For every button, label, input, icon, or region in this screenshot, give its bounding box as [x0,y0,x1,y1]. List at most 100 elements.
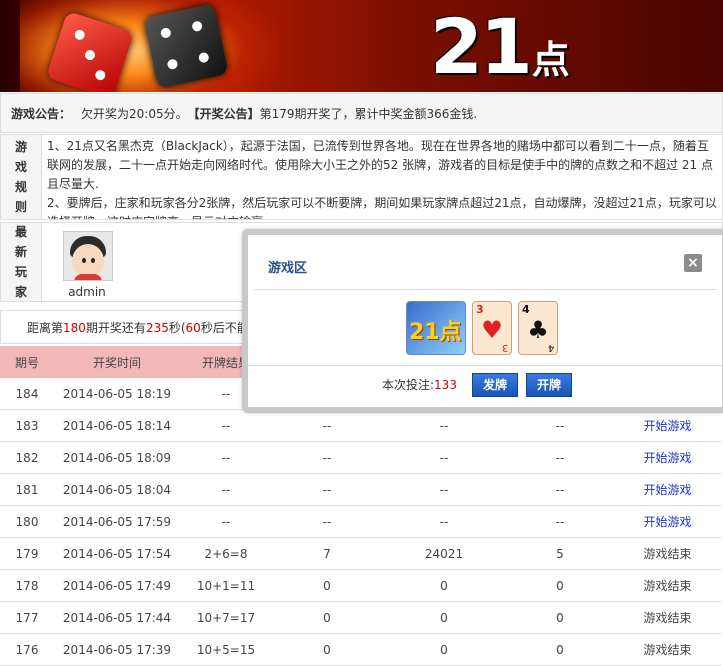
table-cell: -- [180,473,272,506]
table-cell: 179 [0,537,54,570]
table-cell: 0 [382,601,506,634]
table-cell: 2014-06-05 18:04 [54,473,180,506]
rules-side-char: 规 [14,180,27,194]
banner-title-char: 点 [531,38,570,82]
open-cards-button[interactable]: 开牌 [526,373,573,397]
table-cell: 24021 [382,537,506,570]
col-time: 开奖时间 [54,346,180,378]
table-cell: 游戏结束 [614,537,721,570]
table-cell: 0 [272,633,382,666]
rules-side-label: 游 戏 规 则 [1,135,42,219]
start-game-link[interactable]: 开始游戏 [614,505,721,538]
table-row: 182 2014-06-05 18:09 -- -- -- -- 开始游戏 [0,441,721,474]
table-cell: -- [272,505,382,538]
table-cell: 0 [382,633,506,666]
table-cell: -- [382,409,506,442]
game-logo-text: 21点 [409,320,462,345]
table-cell: 0 [272,569,382,602]
table-cell: 2014-06-05 18:19 [54,378,180,410]
table-cell: -- [180,441,272,474]
table-row: 183 2014-06-05 18:14 -- -- -- -- 开始游戏 [0,409,721,442]
table-cell: -- [272,409,382,442]
bet-value: 133 [434,378,457,392]
table-cell: 2014-06-05 17:59 [54,505,180,538]
table-cell: 2014-06-05 17:49 [54,569,180,602]
table-row: 178 2014-06-05 17:49 10+1=11 0 0 0 游戏结束 [0,569,721,602]
players-side-label: 最 新 玩 家 [1,223,42,301]
players-side-char: 最 [14,225,27,239]
table-cell: 0 [506,569,614,602]
table-cell: -- [272,441,382,474]
announcement-bar: 游戏公告： 欠开奖为20:05分。 【开奖公告】 第179期开奖了，累计中奖金额… [0,93,723,133]
countdown-text: 距离第180期开奖还有235秒(60秒后不能投 [27,319,261,336]
bet-info: 本次投注:133 [382,376,457,393]
avatar[interactable] [63,231,113,281]
table-cell: -- [506,473,614,506]
table-cell: -- [382,505,506,538]
table-cell: 10+7=17 [180,601,272,634]
table-cell: 游戏结束 [614,633,721,666]
countdown-seconds: 235 [145,320,169,335]
table-cell: 176 [0,633,54,666]
table-cell: 182 [0,441,54,474]
players-side-char: 新 [14,245,27,259]
table-cell: 0 [382,569,506,602]
start-game-link[interactable]: 开始游戏 [614,441,721,474]
heart-suit-icon: ♥ [481,316,503,344]
club-suit-icon: ♣ [527,316,549,344]
announcement-tag: 【开奖公告】 [187,106,260,121]
table-cell: 177 [0,601,54,634]
table-cell: 2014-06-05 17:54 [54,537,180,570]
start-game-link[interactable]: 开始游戏 [614,473,721,506]
rules-side-char: 戏 [14,160,27,174]
players-side-char: 家 [14,285,27,299]
table-cell: 0 [506,601,614,634]
table-cell: -- [382,441,506,474]
table-row: 176 2014-06-05 17:39 10+5=15 0 0 0 游戏结束 [0,633,721,666]
card-rank: 3 [476,303,484,316]
deal-button[interactable]: 发牌 [472,373,519,397]
table-cell: 183 [0,409,54,442]
rules-text: 1、21点又名黑杰克（BlackJack），起源于法国，已流传到世界各地。现在在… [47,137,717,219]
card-rank: 4 [522,303,530,316]
table-cell: 10+5=15 [180,633,272,666]
card-area: 21点 3 ♥ 3 4 ♣ 4 [406,301,558,357]
dialog-header: 游戏区 × [254,235,716,290]
rules-side-char: 游 [14,140,27,154]
playing-card: 4 ♣ 4 [518,301,558,355]
start-game-link[interactable]: 开始游戏 [614,409,721,442]
table-row: 179 2014-06-05 17:54 2+6=8 7 24021 5 游戏结束 [0,537,721,570]
countdown-part: 秒( [168,320,186,335]
table-cell: 0 [272,601,382,634]
card-rank-bottom: 3 [501,342,508,353]
player-name[interactable]: admin [63,285,111,299]
close-icon[interactable]: × [684,254,702,272]
banner-title-number: 21 [430,2,533,91]
rules-line-1: 1、21点又名黑杰克（BlackJack），起源于法国，已流传到世界各地。现在在… [47,139,713,191]
table-cell: 181 [0,473,54,506]
table-cell: -- [382,473,506,506]
table-row: 180 2014-06-05 17:59 -- -- -- -- 开始游戏 [0,505,721,538]
countdown-part: 距离第 [27,320,64,335]
dialog-title: 游戏区 [268,261,308,276]
rules-line-2: 2、要牌后，庄家和玩家各分2张牌，然后玩家可以不断要牌，期间如果玩家牌点超过21… [47,196,717,219]
table-cell: -- [180,409,272,442]
countdown-stop-seconds: 60 [185,320,201,335]
rules-panel: 游 戏 规 则 1、21点又名黑杰克（BlackJack），起源于法国，已流传到… [0,134,723,220]
table-cell: 178 [0,569,54,602]
table-cell: 2014-06-05 18:09 [54,441,180,474]
countdown-period: 180 [63,320,86,335]
black-dice-icon [143,3,229,89]
table-cell: -- [272,473,382,506]
table-cell: 2014-06-05 17:39 [54,633,180,666]
table-cell: 184 [0,378,54,410]
table-cell: 游戏结束 [614,569,721,602]
countdown-part: 期开奖还有 [85,320,146,335]
playing-card: 3 ♥ 3 [472,301,512,355]
header-banner: 21 点 [0,0,723,92]
table-cell: -- [180,505,272,538]
players-side-char: 玩 [14,265,27,279]
banner-title: 21 点 [430,4,570,90]
table-cell: 180 [0,505,54,538]
table-cell: 2014-06-05 18:14 [54,409,180,442]
